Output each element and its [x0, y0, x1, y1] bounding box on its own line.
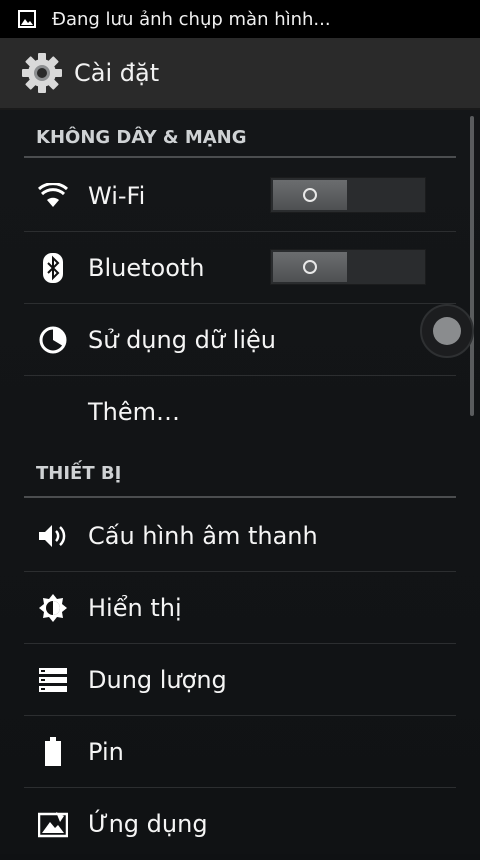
setting-label: Thêm… [88, 398, 181, 426]
wifi-toggle[interactable] [270, 177, 426, 213]
setting-wifi[interactable]: Wi-Fi [24, 160, 456, 232]
storage-icon [36, 663, 70, 697]
speaker-icon [36, 519, 70, 553]
toggle-off-icon [303, 188, 317, 202]
setting-battery[interactable]: Pin [24, 716, 456, 788]
action-bar: Cài đặt [0, 38, 480, 110]
setting-label: Cấu hình âm thanh [88, 521, 318, 550]
bluetooth-toggle[interactable] [270, 249, 426, 285]
setting-label: Ứng dụng [88, 810, 208, 838]
setting-storage[interactable]: Dung lượng [24, 644, 456, 716]
status-notification-text: Đang lưu ảnh chụp màn hình... [52, 8, 331, 30]
setting-bluetooth[interactable]: Bluetooth [24, 232, 456, 304]
setting-more[interactable]: Thêm… [24, 376, 456, 448]
setting-label: Wi-Fi [88, 181, 146, 210]
gear-icon[interactable] [20, 51, 64, 95]
settings-list[interactable]: KHÔNG DÂY & MẠNG Wi-Fi Bluetooth Sử dụng… [0, 110, 480, 854]
setting-display[interactable]: Hiển thị [24, 572, 456, 644]
picture-icon [18, 10, 36, 28]
status-bar: Đang lưu ảnh chụp màn hình... [0, 0, 480, 38]
battery-icon [36, 735, 70, 769]
setting-apps[interactable]: Ứng dụng [24, 788, 456, 860]
bluetooth-icon [36, 251, 70, 285]
scrollbar[interactable] [470, 116, 474, 416]
apps-icon [36, 807, 70, 841]
setting-label: Bluetooth [88, 253, 205, 282]
setting-data-usage[interactable]: Sử dụng dữ liệu [24, 304, 456, 376]
floating-assist-button[interactable] [420, 304, 474, 358]
setting-sound[interactable]: Cấu hình âm thanh [24, 500, 456, 572]
wifi-icon [36, 179, 70, 213]
section-header-device: THIẾT BỊ [24, 450, 456, 498]
toggle-thumb [273, 180, 347, 210]
brightness-icon [36, 591, 70, 625]
section-header-wireless: KHÔNG DÂY & MẠNG [24, 118, 456, 158]
page-title: Cài đặt [74, 59, 160, 87]
setting-label: Hiển thị [88, 593, 182, 622]
toggle-thumb [273, 252, 347, 282]
setting-label: Sử dụng dữ liệu [88, 325, 276, 354]
data-usage-icon [36, 323, 70, 357]
toggle-off-icon [303, 260, 317, 274]
setting-label: Pin [88, 737, 124, 766]
setting-label: Dung lượng [88, 665, 227, 694]
assist-dot-icon [433, 317, 461, 345]
